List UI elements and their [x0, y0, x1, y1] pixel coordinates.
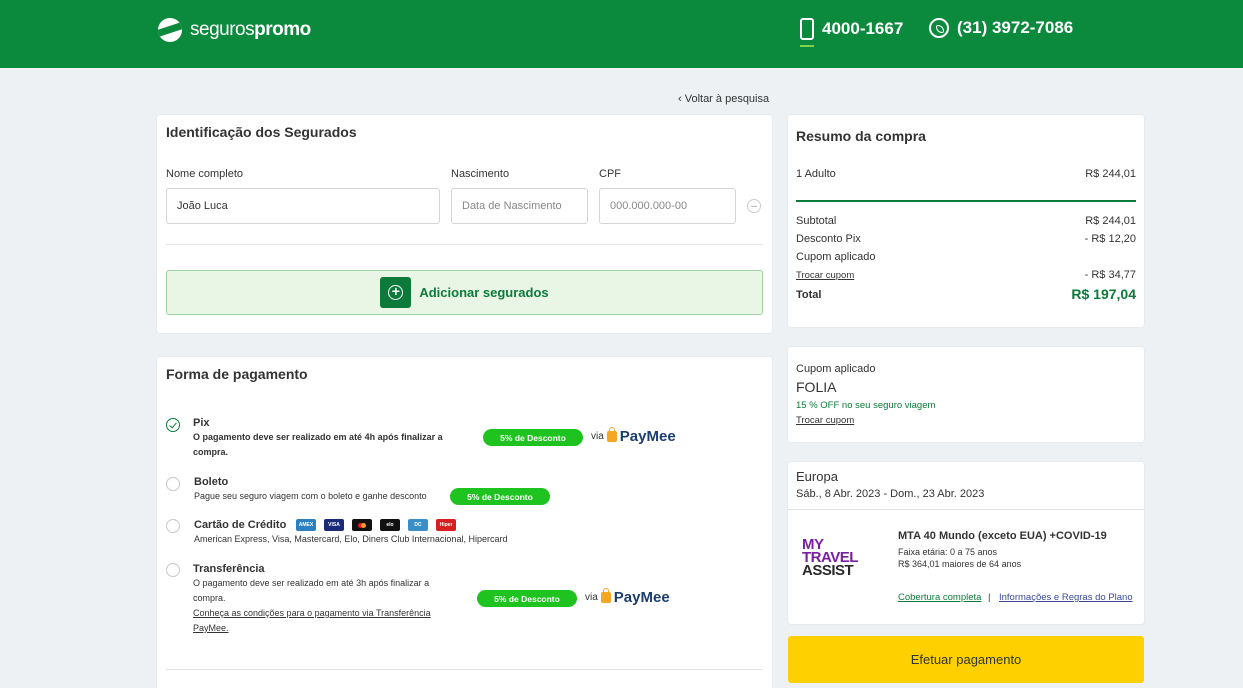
pix-discount-label: Desconto Pix	[796, 233, 861, 245]
divider	[788, 509, 1144, 510]
subtotal-value: R$ 244,01	[1085, 215, 1136, 227]
seguros-promo-logo[interactable]: segurospromo	[158, 18, 311, 42]
phone-contact[interactable]: 4000-1667	[800, 18, 904, 47]
coupon-card	[788, 347, 1144, 442]
logo-text: segurospromo	[190, 19, 311, 40]
add-insured-button[interactable]: Adicionar segurados	[166, 270, 763, 315]
remove-insured-icon[interactable]	[747, 199, 761, 213]
transfer-desc-line1: O pagamento deve ser realizado em até 3h…	[193, 578, 430, 588]
trip-region: Europa	[796, 469, 838, 484]
trip-dates: Sáb., 8 Abr. 2023 - Dom., 23 Abr. 2023	[796, 488, 985, 500]
total-value: R$ 197,04	[1071, 286, 1136, 302]
transfer-paymee-logo: via PayMee	[585, 588, 670, 606]
identification-title: Identificação dos Segurados	[166, 124, 357, 140]
summary-title: Resumo da compra	[796, 128, 926, 144]
top-header: segurospromo 4000-1667 (31) 3972-7086	[0, 0, 1243, 68]
credit-card-title: Cartão de Crédito	[194, 519, 287, 531]
hipercard-icon: Hiper	[436, 519, 456, 531]
full-name-input[interactable]: João Luca	[166, 188, 440, 224]
link-separator: |	[988, 592, 991, 603]
adult-label: 1 Adulto	[796, 168, 836, 180]
divider	[166, 669, 763, 670]
plan-older-price: R$ 364,01 maiores de 64 anos	[898, 559, 1022, 569]
pix-desc-line1: O pagamento deve ser realizado em até 4h…	[193, 432, 443, 442]
pix-paymee-logo: via PayMee	[591, 427, 676, 445]
cpf-label: CPF	[599, 168, 621, 180]
whatsapp-contact[interactable]: (31) 3972-7086	[929, 18, 1073, 38]
subtotal-label: Subtotal	[796, 215, 837, 227]
boleto-desc: Pague seu seguro viagem com o boleto e g…	[194, 491, 427, 501]
submit-payment-button[interactable]: Efetuar pagamento	[788, 636, 1144, 683]
coupon-change-link[interactable]: Trocar cupom	[796, 415, 854, 426]
pix-discount-value: - R$ 12,20	[1084, 233, 1136, 245]
birth-label: Nascimento	[451, 168, 510, 180]
phone-icon	[800, 18, 814, 47]
coverage-link[interactable]: Cobertura completa	[898, 592, 981, 603]
adult-value: R$ 244,01	[1085, 168, 1136, 180]
total-label: Total	[796, 289, 822, 301]
add-circle-icon	[380, 277, 412, 308]
change-coupon-link[interactable]: Trocar cupom	[796, 270, 854, 281]
transfer-conditions-link[interactable]: Conheça as condições para o pagamento vi…	[193, 606, 431, 621]
plan-name: MTA 40 Mundo (exceto EUA) +COVID-19	[898, 530, 1107, 542]
paymee-lock-icon	[606, 427, 617, 442]
coupon-discount-value: - R$ 34,77	[1084, 269, 1136, 281]
identification-card: Identificação dos Segurados Nome complet…	[157, 115, 772, 333]
card-brands: AMEX VISA elo DC Hiper	[296, 519, 456, 531]
birth-date-input[interactable]: Data de Nascimento	[451, 188, 588, 224]
back-to-search-link[interactable]: ‹ Voltar à pesquisa	[678, 93, 769, 105]
mastercard-icon	[352, 519, 372, 531]
boleto-radio[interactable]	[166, 477, 180, 491]
transfer-desc-line2: compra.	[193, 593, 226, 603]
whatsapp-number: (31) 3972-7086	[957, 18, 1074, 37]
plan-rules-link[interactable]: Informações e Regras do Plano	[999, 592, 1133, 603]
whatsapp-icon	[929, 18, 949, 38]
transfer-title: Transferência	[193, 563, 265, 575]
credit-card-desc: American Express, Visa, Mastercard, Elo,…	[194, 534, 508, 544]
divider	[166, 244, 763, 245]
pix-title: Pix	[193, 417, 210, 429]
cpf-input[interactable]: 000.000.000-00	[599, 188, 736, 224]
amex-icon: AMEX	[296, 519, 316, 531]
coupon-code: FOLIA	[796, 379, 837, 395]
payment-title: Forma de pagamento	[166, 366, 308, 382]
boleto-title: Boleto	[194, 476, 229, 488]
coupon-applied-label: Cupom aplicado	[796, 251, 876, 263]
transfer-discount-badge: 5% de Desconto	[477, 590, 577, 607]
my-travel-assist-logo: MY TRAVEL ASSIST	[802, 536, 858, 579]
logo-icon	[158, 18, 182, 42]
transfer-conditions-link-2[interactable]: PayMee.	[193, 621, 229, 636]
paymee-lock-icon	[600, 588, 611, 603]
diners-icon: DC	[408, 519, 428, 531]
elo-icon: elo	[380, 519, 400, 531]
pix-desc-line2: compra.	[193, 447, 229, 457]
pix-discount-badge: 5% de Desconto	[483, 429, 583, 446]
visa-icon: VISA	[324, 519, 344, 531]
phone-number: 4000-1667	[822, 19, 904, 38]
credit-card-radio[interactable]	[166, 519, 180, 533]
summary-divider	[796, 200, 1136, 202]
coupon-description: 15 % OFF no seu seguro viagem	[796, 400, 936, 411]
transfer-radio[interactable]	[166, 563, 180, 577]
name-label: Nome completo	[166, 168, 244, 180]
plan-age-range: Faixa etária: 0 a 75 anos	[898, 547, 998, 557]
boleto-discount-badge: 5% de Desconto	[450, 488, 550, 505]
coupon-card-label: Cupom aplicado	[796, 363, 876, 375]
pix-radio[interactable]	[166, 418, 180, 432]
add-insured-label: Adicionar segurados	[419, 285, 549, 300]
